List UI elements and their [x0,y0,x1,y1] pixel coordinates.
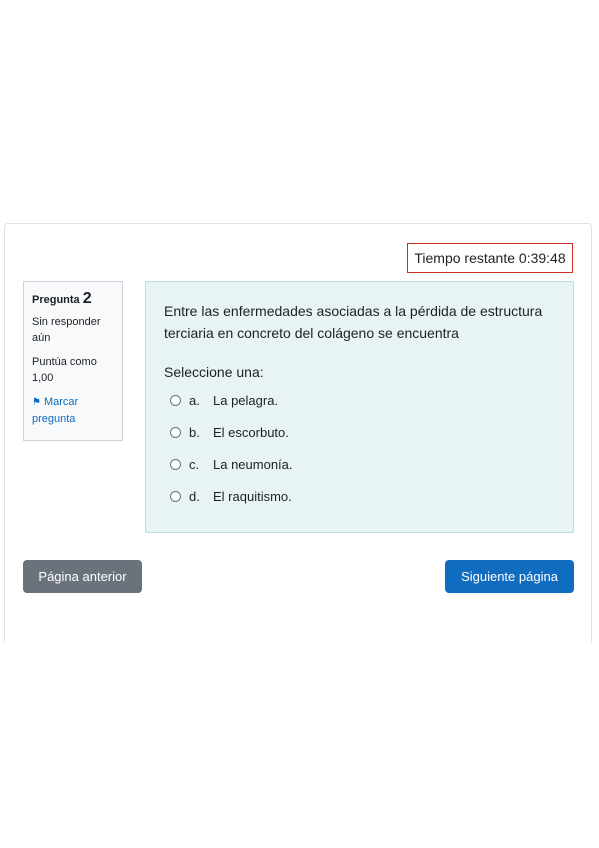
option-letter: b. [189,424,200,440]
question-grade: Puntúa como 1,00 [32,356,97,384]
option-text: El escorbuto. [213,424,289,440]
flag-icon: ⚑ [32,397,41,408]
question-info-panel: Pregunta 2 Sin responder aún Puntúa como… [23,281,123,441]
time-remaining: Tiempo restante 0:39:48 [407,243,573,273]
answer-option-c[interactable]: c. La neumonía. [164,448,555,480]
answer-option-b[interactable]: b. El escorbuto. [164,416,555,448]
answer-option-a[interactable]: a. La pelagra. [164,384,555,416]
answer-prompt: Seleccione una: [164,364,264,380]
option-text: La pelagra. [213,392,279,408]
next-page-button[interactable]: Siguiente página [445,560,574,593]
option-letter: d. [189,488,200,504]
option-letter: a. [189,392,200,408]
answer-options: a. La pelagra. b. El escorbuto. c. La ne… [164,384,555,512]
radio-button[interactable] [170,394,181,406]
question-state: Sin responder aún [32,316,101,344]
question-content: Entre las enfermedades asociadas a la pé… [145,281,574,533]
radio-button[interactable] [170,426,181,438]
question-number: Pregunta 2 [32,291,114,308]
question-text: Entre las enfermedades asociadas a la pé… [164,303,543,341]
option-letter: c. [189,456,200,472]
option-text: La neumonía. [213,456,293,472]
radio-button[interactable] [170,458,181,470]
question-number-value: 2 [82,290,92,307]
flag-question-link[interactable]: ⚑ Marcar pregunta [32,394,114,427]
radio-button[interactable] [170,490,181,502]
answer-option-d[interactable]: d. El raquitismo. [164,480,555,512]
previous-page-button[interactable]: Página anterior [23,560,142,593]
option-text: El raquitismo. [213,488,292,504]
question-label: Pregunta [32,294,80,306]
